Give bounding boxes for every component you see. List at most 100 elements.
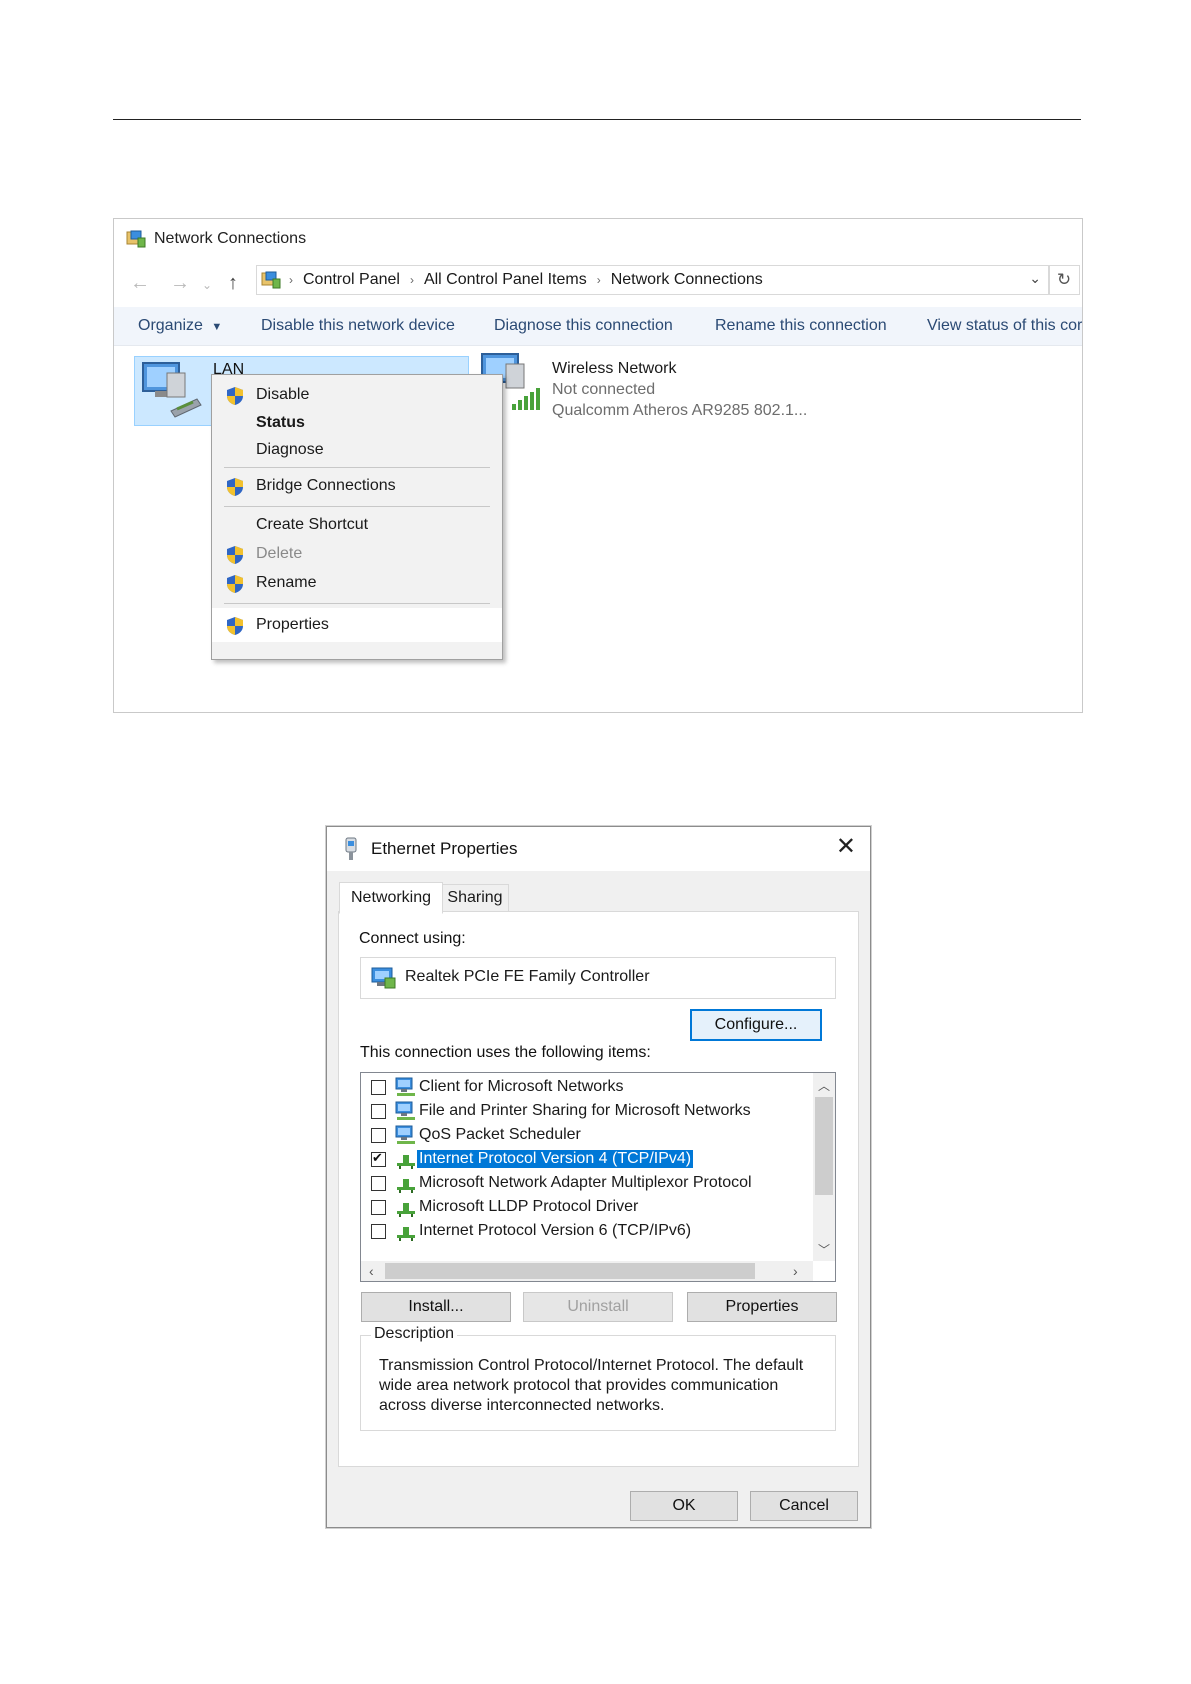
- item-checkbox[interactable]: [371, 1080, 386, 1095]
- description-text: Transmission Control Protocol/Internet P…: [379, 1357, 804, 1414]
- breadcrumb-control-panel[interactable]: Control Panel: [303, 271, 400, 289]
- horizontal-scroll-thumb[interactable]: [385, 1263, 755, 1279]
- wireless-name: Wireless Network: [552, 360, 677, 377]
- description-label: Description: [371, 1325, 458, 1343]
- control-panel-icon: [261, 271, 281, 289]
- item-checkbox[interactable]: [371, 1176, 386, 1191]
- horizontal-scrollbar[interactable]: ‹ ›: [361, 1261, 813, 1281]
- back-arrow-icon[interactable]: ←: [130, 271, 150, 295]
- list-item[interactable]: QoS Packet Scheduler: [361, 1123, 805, 1147]
- item-checkbox[interactable]: [371, 1150, 386, 1167]
- menu-item-delete-label: Delete: [256, 545, 303, 562]
- configure-button[interactable]: Configure...: [690, 1009, 822, 1041]
- scroll-right-icon[interactable]: ›: [793, 1263, 798, 1279]
- wireless-status: Not connected: [552, 381, 656, 398]
- disable-device-command[interactable]: Disable this network device: [261, 317, 455, 335]
- network-service-icon: [395, 1101, 415, 1120]
- menu-item-rename[interactable]: Rename: [212, 569, 502, 597]
- item-label: Client for Microsoft Networks: [419, 1078, 624, 1095]
- address-bar[interactable]: › Control Panel › All Control Panel Item…: [256, 265, 1050, 295]
- item-label: QoS Packet Scheduler: [419, 1126, 581, 1143]
- item-checkbox[interactable]: [371, 1200, 386, 1215]
- item-label: Internet Protocol Version 6 (TCP/IPv6): [419, 1222, 692, 1239]
- network-protocol-icon: [397, 1179, 415, 1193]
- vertical-scroll-thumb[interactable]: [815, 1097, 833, 1195]
- breadcrumb-network-connections[interactable]: Network Connections: [611, 271, 763, 289]
- menu-item-bridge[interactable]: Bridge Connections: [212, 472, 502, 500]
- item-checkbox[interactable]: [371, 1128, 386, 1143]
- caret-down-icon: ▼: [211, 321, 223, 333]
- list-item[interactable]: Microsoft Network Adapter Multiplexor Pr…: [361, 1171, 805, 1195]
- forward-arrow-icon[interactable]: →: [170, 271, 190, 295]
- refresh-icon[interactable]: ↻: [1048, 265, 1080, 295]
- tab-networking[interactable]: Networking: [339, 882, 443, 914]
- up-arrow-icon[interactable]: ↑: [228, 271, 238, 295]
- uac-shield-icon: [227, 575, 243, 593]
- adapter-name: Realtek PCIe FE Family Controller: [405, 968, 650, 985]
- connect-using-label: Connect using:: [359, 930, 466, 947]
- list-item[interactable]: Microsoft LLDP Protocol Driver: [361, 1195, 805, 1219]
- scroll-left-icon[interactable]: ‹: [369, 1263, 374, 1279]
- item-label: Microsoft LLDP Protocol Driver: [419, 1198, 639, 1215]
- menu-separator: [224, 467, 490, 468]
- context-menu: Disable Status Diagnose Bridge Connectio…: [211, 374, 503, 660]
- wireless-connection-tile[interactable]: Wireless Network Not connected Qualcomm …: [552, 358, 807, 421]
- menu-item-diagnose-label: Diagnose: [256, 441, 324, 458]
- view-status-command[interactable]: View status of this cor: [927, 317, 1082, 335]
- diagnose-command[interactable]: Diagnose this connection: [494, 317, 673, 335]
- tab-sharing[interactable]: Sharing: [441, 884, 509, 912]
- menu-separator: [224, 603, 490, 604]
- item-properties-button[interactable]: Properties: [687, 1292, 837, 1322]
- chevron-down-icon[interactable]: ⌄: [1029, 270, 1041, 287]
- vertical-scrollbar[interactable]: ︿ ﹀: [813, 1073, 835, 1261]
- networking-panel: Connect using: Realtek PCIe FE Family Co…: [338, 911, 859, 1467]
- menu-item-rename-label: Rename: [256, 574, 317, 591]
- window-title: Network Connections: [126, 227, 306, 251]
- item-checkbox[interactable]: [371, 1104, 386, 1119]
- breadcrumb-separator-icon: ›: [409, 273, 414, 287]
- menu-item-disable[interactable]: Disable: [212, 381, 502, 409]
- menu-item-create-shortcut[interactable]: Create Shortcut: [212, 511, 502, 539]
- menu-separator: [224, 506, 490, 507]
- network-folder-icon: [126, 230, 146, 248]
- scroll-down-icon[interactable]: ﹀: [818, 1241, 830, 1258]
- wireless-adapter: Qualcomm Atheros AR9285 802.1...: [552, 402, 808, 419]
- close-icon[interactable]: ✕: [836, 835, 856, 859]
- network-connections-window: Network Connections ← → ⌄ ↑ › Control Pa…: [113, 218, 1083, 713]
- uac-shield-icon: [227, 478, 243, 496]
- network-protocol-icon: [397, 1227, 415, 1241]
- description-group: Description Transmission Control Protoco…: [360, 1325, 836, 1431]
- list-item[interactable]: Internet Protocol Version 6 (TCP/IPv6): [361, 1219, 805, 1243]
- item-label: File and Printer Sharing for Microsoft N…: [419, 1102, 751, 1119]
- recent-dropdown-icon[interactable]: ⌄: [202, 273, 212, 297]
- item-label: Internet Protocol Version 4 (TCP/IPv4): [415, 1149, 695, 1169]
- ethernet-adapter-icon: [345, 837, 357, 860]
- menu-item-diagnose[interactable]: Diagnose: [212, 436, 502, 464]
- list-item[interactable]: File and Printer Sharing for Microsoft N…: [361, 1099, 805, 1123]
- command-bar: Organize ▼ Disable this network device D…: [114, 307, 1082, 346]
- network-protocol-icon: [397, 1155, 415, 1169]
- organize-label: Organize: [138, 317, 203, 334]
- adapter-field: Realtek PCIe FE Family Controller: [360, 957, 836, 999]
- items-label: This connection uses the following items…: [360, 1044, 651, 1061]
- menu-item-status[interactable]: Status: [212, 409, 502, 437]
- ok-button[interactable]: OK: [630, 1491, 738, 1521]
- menu-item-properties[interactable]: Properties: [212, 608, 502, 642]
- item-label: Microsoft Network Adapter Multiplexor Pr…: [419, 1174, 752, 1191]
- list-item[interactable]: Client for Microsoft Networks: [361, 1075, 805, 1099]
- list-item[interactable]: Internet Protocol Version 4 (TCP/IPv4): [361, 1147, 805, 1171]
- item-checkbox[interactable]: [371, 1224, 386, 1239]
- menu-item-bridge-label: Bridge Connections: [256, 477, 396, 494]
- menu-item-delete: Delete: [212, 540, 502, 568]
- scroll-up-icon[interactable]: ︿: [818, 1077, 830, 1094]
- menu-item-disable-label: Disable: [256, 386, 310, 403]
- install-button[interactable]: Install...: [361, 1292, 511, 1322]
- page-rule: [113, 119, 1081, 120]
- window-title-text: Network Connections: [154, 230, 307, 247]
- breadcrumb-all-items[interactable]: All Control Panel Items: [424, 271, 587, 289]
- connections-area: LAN Wireless Network Not connected Qualc…: [114, 346, 1082, 711]
- organize-menu[interactable]: Organize ▼: [138, 317, 222, 335]
- rename-command[interactable]: Rename this connection: [715, 317, 887, 335]
- dialog-title: Ethernet Properties: [371, 839, 518, 858]
- cancel-button[interactable]: Cancel: [750, 1491, 858, 1521]
